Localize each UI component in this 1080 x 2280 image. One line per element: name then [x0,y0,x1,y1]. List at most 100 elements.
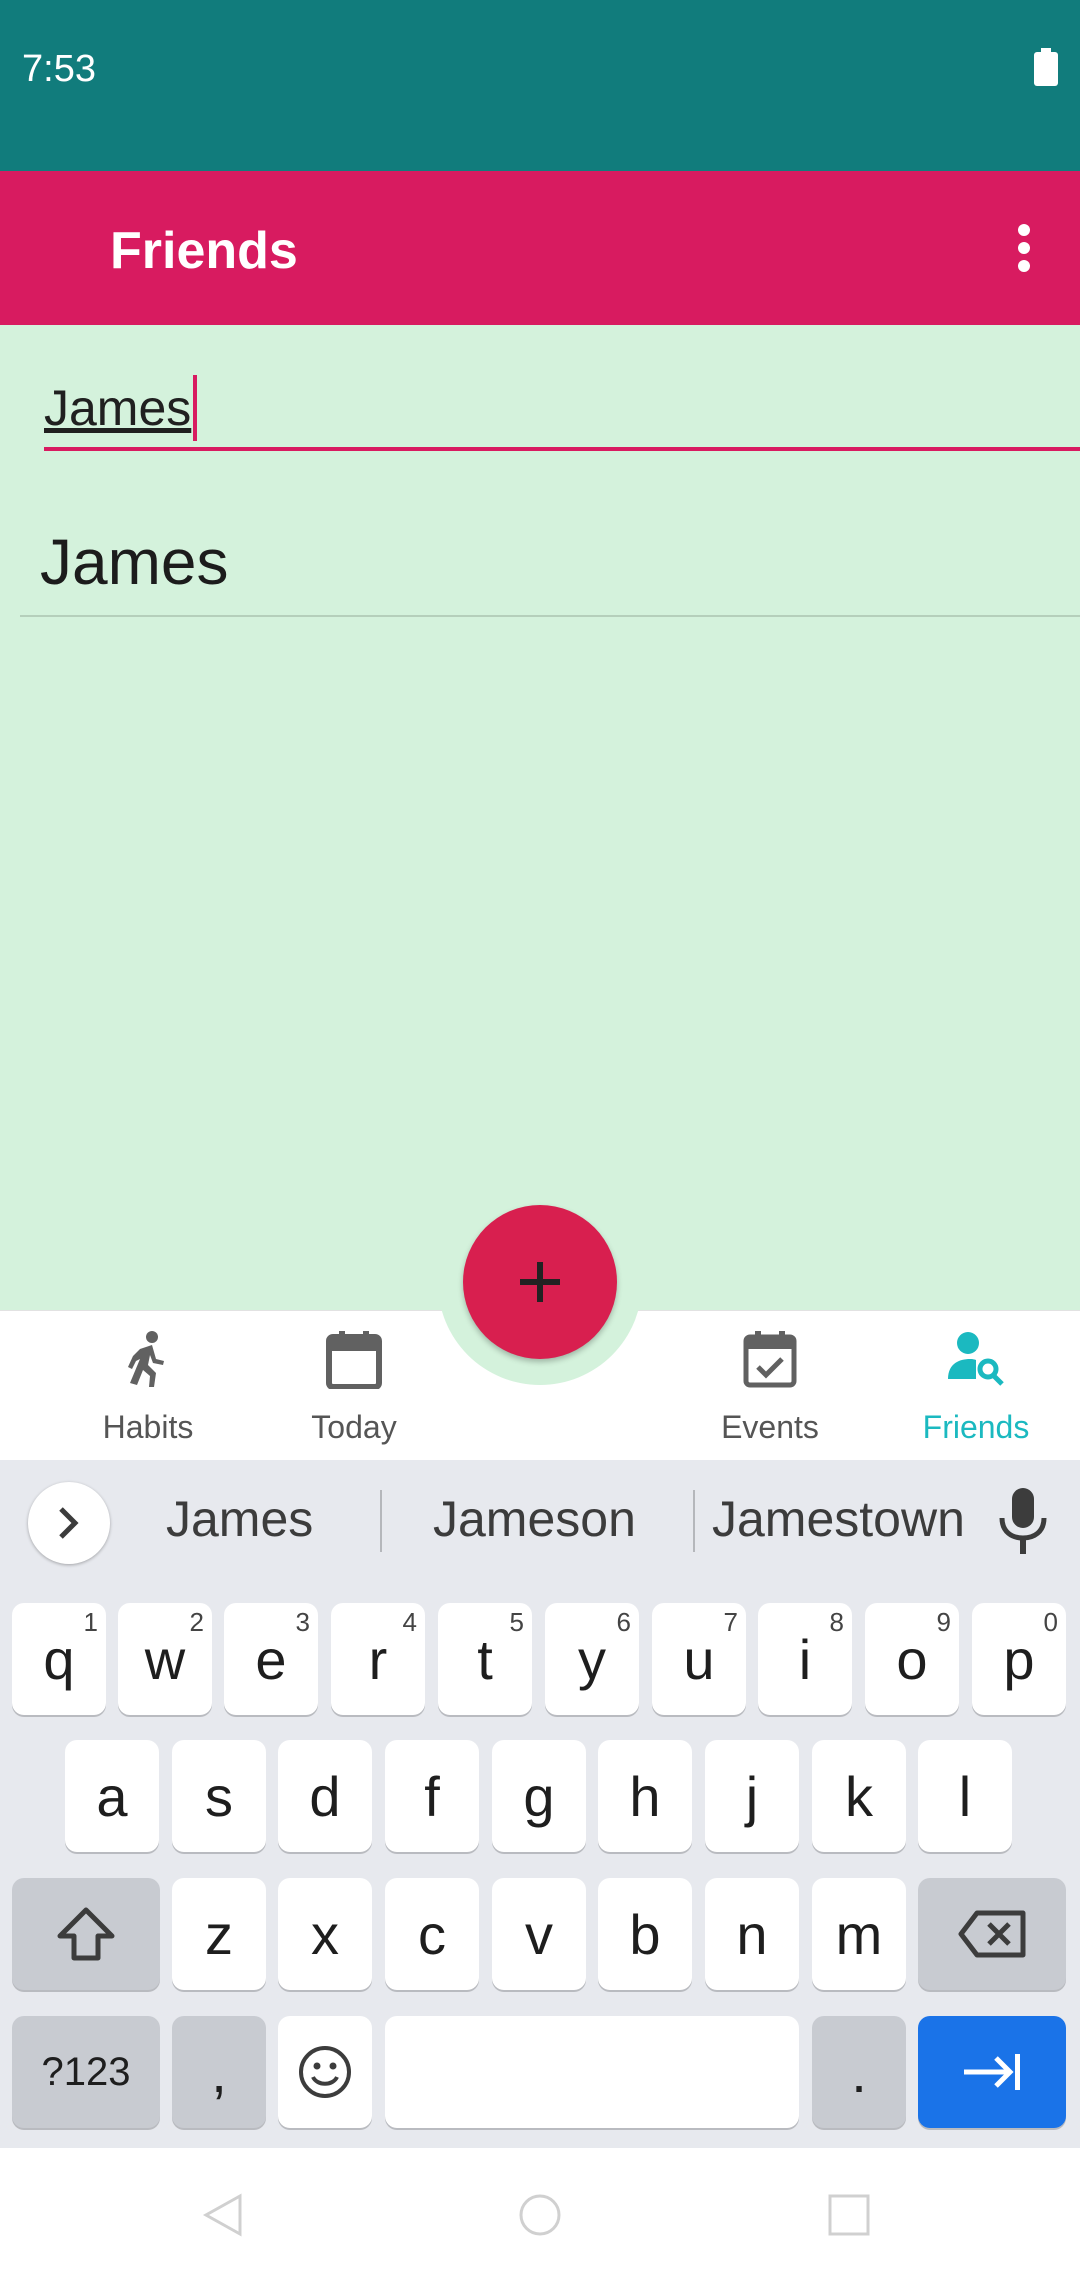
person-search-icon [948,1332,1004,1386]
key-hint: 3 [295,1607,310,1637]
key-r[interactable]: r4 [331,1603,425,1715]
key-n[interactable]: n [705,1878,799,1990]
search-input[interactable]: James [44,365,1080,451]
key-hint: 9 [936,1607,951,1637]
key-d[interactable]: d [278,1740,372,1852]
page-title: Friends [110,222,298,280]
key-g[interactable]: g [492,1740,586,1852]
suggestion-divider [380,1490,382,1552]
key-label: b [629,1902,661,1966]
app-bar: Friends [0,171,1080,325]
key-hint: 5 [509,1607,524,1637]
search-input-value: James [44,380,192,436]
suggestion-2[interactable]: Jameson [433,1490,636,1548]
key-u[interactable]: u7 [652,1603,746,1715]
key-label: o [896,1627,928,1691]
nav-label-today: Today [311,1409,397,1445]
key-h[interactable]: h [598,1740,692,1852]
back-icon[interactable] [200,2192,246,2238]
key-label: w [144,1627,186,1691]
key-t[interactable]: t5 [438,1603,532,1715]
comma-key[interactable]: , [172,2016,266,2128]
key-label: r [368,1627,388,1691]
calendar-icon [326,1331,382,1389]
key-label: f [424,1764,440,1828]
key-label: q [43,1627,75,1691]
space-key[interactable] [385,2016,799,2128]
text-caret [193,375,198,441]
nav-item-habits[interactable]: Habits [48,1311,248,1461]
key-label: h [629,1764,661,1828]
key-label: d [309,1764,341,1828]
nav-item-today[interactable]: Today [254,1311,454,1461]
key-label: e [255,1627,287,1691]
key-label: , [211,2040,227,2104]
key-x[interactable]: x [278,1878,372,1990]
nav-item-events[interactable]: Events [670,1311,870,1461]
suggestion-bar: James Jameson Jamestown [0,1460,1080,1584]
key-m[interactable]: m [812,1878,906,1990]
key-w[interactable]: w2 [118,1603,212,1715]
period-key[interactable]: . [812,2016,906,2128]
suggestion-divider [693,1490,695,1552]
key-j[interactable]: j [705,1740,799,1852]
key-p[interactable]: p0 [972,1603,1066,1715]
key-l[interactable]: l [918,1740,1012,1852]
key-label: ?123 [41,2049,131,2094]
next-key[interactable] [918,2016,1066,2128]
content-area: James James [0,325,1080,1310]
key-label: p [1003,1627,1035,1691]
key-hint: 7 [723,1607,738,1637]
shift-key[interactable] [12,1878,160,1990]
suggestion-3[interactable]: Jamestown [712,1490,965,1548]
suggestion-1[interactable]: James [166,1490,313,1548]
emoji-icon [299,2046,351,2098]
microphone-icon[interactable] [995,1488,1051,1554]
status-time: 7:53 [22,48,96,90]
key-label: a [96,1764,128,1828]
key-label: . [851,2040,867,2104]
key-v[interactable]: v [492,1878,586,1990]
key-label: z [205,1902,233,1966]
on-screen-keyboard: James Jameson Jamestown q1 w2 e3 r4 t5 y… [0,1460,1080,2148]
symbols-key[interactable]: ?123 [12,2016,160,2128]
key-label: u [683,1627,715,1691]
key-k[interactable]: k [812,1740,906,1852]
key-q[interactable]: q1 [12,1603,106,1715]
key-f[interactable]: f [385,1740,479,1852]
key-label: m [835,1902,883,1966]
key-hint: 2 [189,1607,204,1637]
emoji-key[interactable] [278,2016,372,2128]
backspace-icon [958,1910,1026,1958]
key-label: y [578,1627,606,1691]
backspace-key[interactable] [918,1878,1066,1990]
system-navigation-bar [0,2148,1080,2280]
key-c[interactable]: c [385,1878,479,1990]
overflow-menu-button[interactable] [984,208,1064,288]
key-b[interactable]: b [598,1878,692,1990]
key-hint: 1 [83,1607,98,1637]
key-i[interactable]: i8 [758,1603,852,1715]
recents-icon[interactable] [826,2192,872,2238]
home-icon[interactable] [517,2192,563,2238]
key-s[interactable]: s [172,1740,266,1852]
key-e[interactable]: e3 [224,1603,318,1715]
nav-label-friends: Friends [922,1409,1030,1445]
key-hint: 0 [1043,1607,1058,1637]
key-y[interactable]: y6 [545,1603,639,1715]
key-label: g [523,1764,555,1828]
add-button[interactable] [463,1205,617,1359]
key-o[interactable]: o9 [865,1603,959,1715]
expand-suggestions-button[interactable] [28,1482,110,1564]
key-label: j [745,1764,759,1828]
key-a[interactable]: a [65,1740,159,1852]
plus-icon [520,1262,560,1302]
status-bar: 7:53 [0,0,1080,171]
key-z[interactable]: z [172,1878,266,1990]
key-label: c [418,1902,446,1966]
nav-label-events: Events [721,1409,819,1445]
key-label: i [798,1627,812,1691]
friend-name: James [40,526,229,598]
list-item[interactable]: James [20,495,1080,617]
nav-item-friends[interactable]: Friends [876,1311,1076,1461]
